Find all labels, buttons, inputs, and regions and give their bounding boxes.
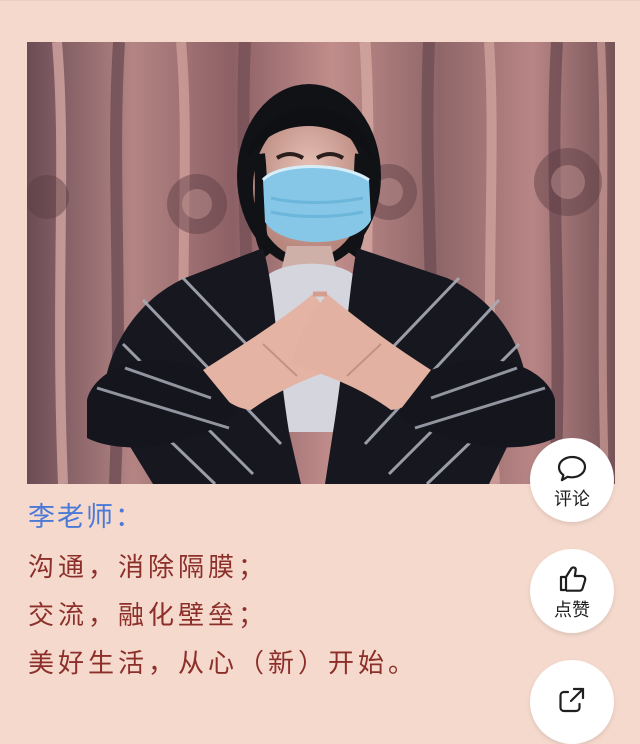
comment-button[interactable]: 评论 [530,438,614,522]
message-line-3: 美好生活，从心（新）开始。 [28,649,419,679]
message-line-1: 沟通，消除隔膜； [28,553,269,583]
like-label: 点赞 [554,600,590,621]
comment-icon [557,455,587,482]
message-line-2: 交流，融化壁垒； [28,601,269,631]
thumbs-up-icon [559,566,587,592]
post-text: 李老师： 沟通，消除隔膜； 交流，融化壁垒； 美好生活，从心（新）开始。 [28,500,508,688]
post-actions: 评论 点赞 [530,0,640,744]
comment-label: 评论 [554,489,590,510]
like-button[interactable]: 点赞 [530,549,614,633]
share-button[interactable] [530,660,614,744]
author-label: 李老师： [28,502,144,533]
share-icon [559,687,585,713]
post-photo [27,42,615,484]
